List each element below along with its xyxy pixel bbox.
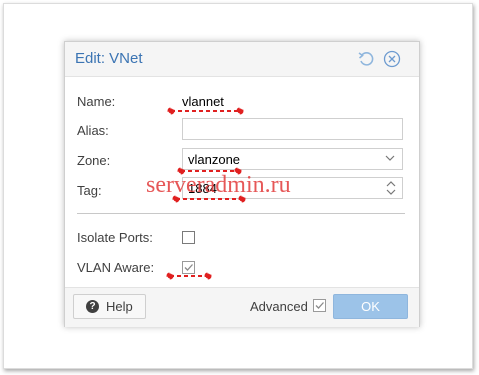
advanced-checkbox[interactable] <box>313 299 326 312</box>
zone-label: Zone: <box>77 153 111 168</box>
name-label: Name: <box>77 94 116 109</box>
alias-input[interactable] <box>182 118 403 140</box>
dialog-header: Edit: VNet <box>65 42 419 77</box>
watermark-text: serveradmin.ru <box>146 172 291 198</box>
name-value: vlannet <box>182 94 224 109</box>
vlan-aware-label: VLAN Aware: <box>77 260 155 275</box>
help-button[interactable]: ? Help <box>73 294 146 319</box>
checkmark-icon <box>315 302 324 309</box>
zone-select[interactable]: vlanzone <box>182 148 403 170</box>
tag-label: Tag: <box>77 183 102 198</box>
isolate-ports-checkbox[interactable] <box>182 231 195 244</box>
section-divider <box>77 213 405 214</box>
ok-button[interactable]: OK <box>333 294 408 319</box>
alias-label: Alias: <box>77 123 109 138</box>
dialog-title: Edit: VNet <box>75 50 143 67</box>
help-icon: ? <box>86 300 99 313</box>
checkmark-icon <box>184 264 193 271</box>
advanced-label: Advanced <box>250 299 308 314</box>
vlan-aware-checkbox[interactable] <box>182 261 195 274</box>
reset-icon[interactable] <box>357 50 375 68</box>
chevron-down-icon[interactable] <box>385 155 395 162</box>
spinner-icon[interactable] <box>386 180 396 196</box>
zone-value: vlanzone <box>188 152 241 167</box>
close-icon[interactable] <box>383 50 401 68</box>
isolate-ports-label: Isolate Ports: <box>77 230 153 245</box>
dialog-footer: ? Help Advanced OK <box>65 287 419 327</box>
